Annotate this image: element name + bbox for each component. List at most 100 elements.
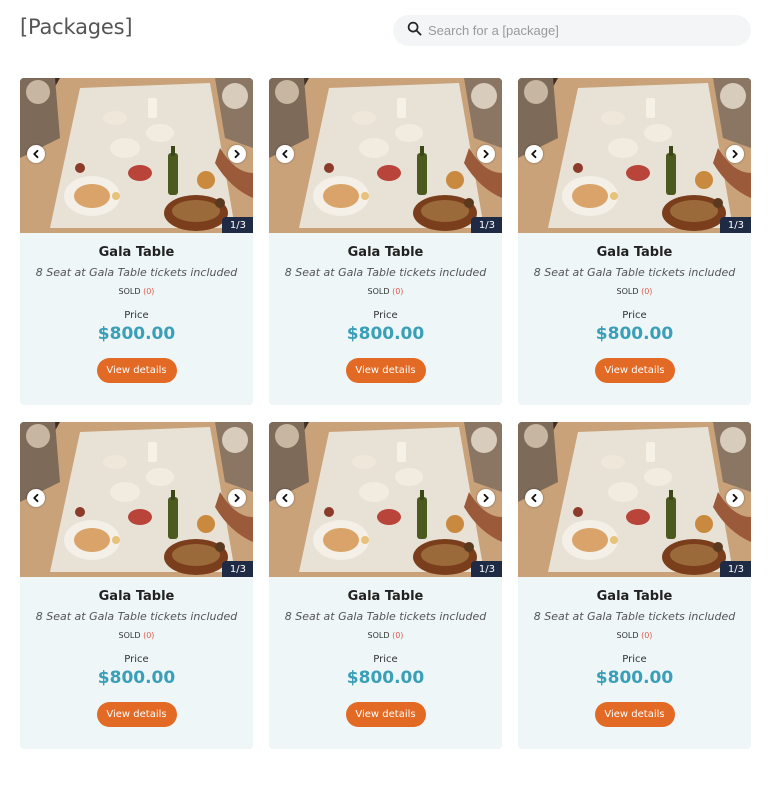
view-details-button[interactable]: View details bbox=[345, 702, 426, 727]
image-counter: 1/3 bbox=[470, 217, 502, 233]
sold-count: (0) bbox=[641, 287, 653, 296]
carousel-next-button[interactable] bbox=[726, 145, 744, 163]
package-card: 1/3 Gala Table 8 Seat at Gala Table tick… bbox=[20, 78, 253, 405]
package-image-carousel[interactable]: 1/3 bbox=[518, 422, 751, 577]
sold-status: SOLD (0) bbox=[518, 287, 751, 296]
view-details-button[interactable]: View details bbox=[345, 358, 426, 383]
sold-status: SOLD (0) bbox=[518, 631, 751, 640]
package-description: 8 Seat at Gala Table tickets included bbox=[35, 610, 238, 623]
carousel-next-button[interactable] bbox=[228, 489, 246, 507]
search-bar[interactable] bbox=[393, 15, 751, 46]
carousel-prev-button[interactable] bbox=[276, 489, 294, 507]
package-card: 1/3 Gala Table 8 Seat at Gala Table tick… bbox=[518, 422, 751, 749]
package-photo bbox=[269, 422, 502, 577]
chevron-right-icon bbox=[732, 149, 738, 159]
view-details-button[interactable]: View details bbox=[96, 702, 177, 727]
carousel-prev-button[interactable] bbox=[525, 145, 543, 163]
package-image-carousel[interactable]: 1/3 bbox=[20, 422, 253, 577]
sold-label: SOLD bbox=[118, 631, 141, 640]
package-photo bbox=[518, 422, 751, 577]
package-name: Gala Table bbox=[98, 589, 175, 604]
sold-status: SOLD (0) bbox=[20, 631, 253, 640]
package-description: 8 Seat at Gala Table tickets included bbox=[284, 610, 487, 623]
package-card: 1/3 Gala Table 8 Seat at Gala Table tick… bbox=[518, 78, 751, 405]
package-description: 8 Seat at Gala Table tickets included bbox=[533, 610, 736, 623]
package-photo bbox=[20, 422, 253, 577]
package-info: Gala Table 8 Seat at Gala Table tickets … bbox=[518, 589, 751, 727]
carousel-prev-button[interactable] bbox=[27, 145, 45, 163]
package-grid: 1/3 Gala Table 8 Seat at Gala Table tick… bbox=[20, 78, 751, 749]
chevron-left-icon bbox=[282, 493, 288, 503]
package-name: Gala Table bbox=[98, 245, 175, 260]
sold-status: SOLD (0) bbox=[269, 287, 502, 296]
carousel-prev-button[interactable] bbox=[27, 489, 45, 507]
chevron-left-icon bbox=[33, 493, 39, 503]
chevron-left-icon bbox=[531, 149, 537, 159]
price-value: $800.00 bbox=[97, 668, 176, 688]
page-title: [Packages] bbox=[20, 15, 133, 39]
carousel-prev-button[interactable] bbox=[525, 489, 543, 507]
package-image-carousel[interactable]: 1/3 bbox=[518, 78, 751, 233]
view-details-button[interactable]: View details bbox=[594, 358, 675, 383]
package-card: 1/3 Gala Table 8 Seat at Gala Table tick… bbox=[269, 78, 502, 405]
chevron-right-icon bbox=[234, 149, 240, 159]
chevron-right-icon bbox=[483, 493, 489, 503]
package-info: Gala Table 8 Seat at Gala Table tickets … bbox=[20, 589, 253, 727]
sold-label: SOLD bbox=[616, 287, 639, 296]
package-info: Gala Table 8 Seat at Gala Table tickets … bbox=[20, 245, 253, 383]
sold-status: SOLD (0) bbox=[20, 287, 253, 296]
package-description: 8 Seat at Gala Table tickets included bbox=[284, 266, 487, 279]
sold-count: (0) bbox=[143, 631, 155, 640]
price-value: $800.00 bbox=[595, 668, 674, 688]
sold-status: SOLD (0) bbox=[269, 631, 502, 640]
chevron-left-icon bbox=[531, 493, 537, 503]
view-details-button[interactable]: View details bbox=[594, 702, 675, 727]
package-info: Gala Table 8 Seat at Gala Table tickets … bbox=[269, 589, 502, 727]
view-details-button[interactable]: View details bbox=[96, 358, 177, 383]
sold-count: (0) bbox=[641, 631, 653, 640]
package-info: Gala Table 8 Seat at Gala Table tickets … bbox=[269, 245, 502, 383]
package-image-carousel[interactable]: 1/3 bbox=[20, 78, 253, 233]
chevron-right-icon bbox=[483, 149, 489, 159]
sold-count: (0) bbox=[392, 631, 404, 640]
search-input[interactable] bbox=[428, 23, 728, 38]
carousel-next-button[interactable] bbox=[477, 489, 495, 507]
chevron-right-icon bbox=[732, 493, 738, 503]
package-image-carousel[interactable]: 1/3 bbox=[269, 422, 502, 577]
package-photo bbox=[20, 78, 253, 233]
price-value: $800.00 bbox=[346, 324, 425, 344]
package-name: Gala Table bbox=[596, 245, 673, 260]
sold-label: SOLD bbox=[367, 287, 390, 296]
image-counter: 1/3 bbox=[221, 217, 253, 233]
image-counter: 1/3 bbox=[719, 217, 751, 233]
sold-label: SOLD bbox=[367, 631, 390, 640]
price-label: Price bbox=[373, 310, 398, 321]
price-label: Price bbox=[373, 654, 398, 665]
price-value: $800.00 bbox=[346, 668, 425, 688]
sold-label: SOLD bbox=[118, 287, 141, 296]
package-description: 8 Seat at Gala Table tickets included bbox=[35, 266, 238, 279]
price-value: $800.00 bbox=[97, 324, 176, 344]
chevron-left-icon bbox=[33, 149, 39, 159]
carousel-prev-button[interactable] bbox=[276, 145, 294, 163]
package-info: Gala Table 8 Seat at Gala Table tickets … bbox=[518, 245, 751, 383]
carousel-next-button[interactable] bbox=[228, 145, 246, 163]
carousel-next-button[interactable] bbox=[726, 489, 744, 507]
package-name: Gala Table bbox=[596, 589, 673, 604]
search-icon[interactable] bbox=[407, 21, 422, 41]
chevron-left-icon bbox=[282, 149, 288, 159]
chevron-right-icon bbox=[234, 493, 240, 503]
image-counter: 1/3 bbox=[221, 561, 253, 577]
package-photo bbox=[518, 78, 751, 233]
price-label: Price bbox=[124, 310, 149, 321]
image-counter: 1/3 bbox=[470, 561, 502, 577]
price-label: Price bbox=[124, 654, 149, 665]
sold-label: SOLD bbox=[616, 631, 639, 640]
carousel-next-button[interactable] bbox=[477, 145, 495, 163]
package-image-carousel[interactable]: 1/3 bbox=[269, 78, 502, 233]
package-card: 1/3 Gala Table 8 Seat at Gala Table tick… bbox=[269, 422, 502, 749]
package-description: 8 Seat at Gala Table tickets included bbox=[533, 266, 736, 279]
price-label: Price bbox=[622, 654, 647, 665]
sold-count: (0) bbox=[143, 287, 155, 296]
sold-count: (0) bbox=[392, 287, 404, 296]
